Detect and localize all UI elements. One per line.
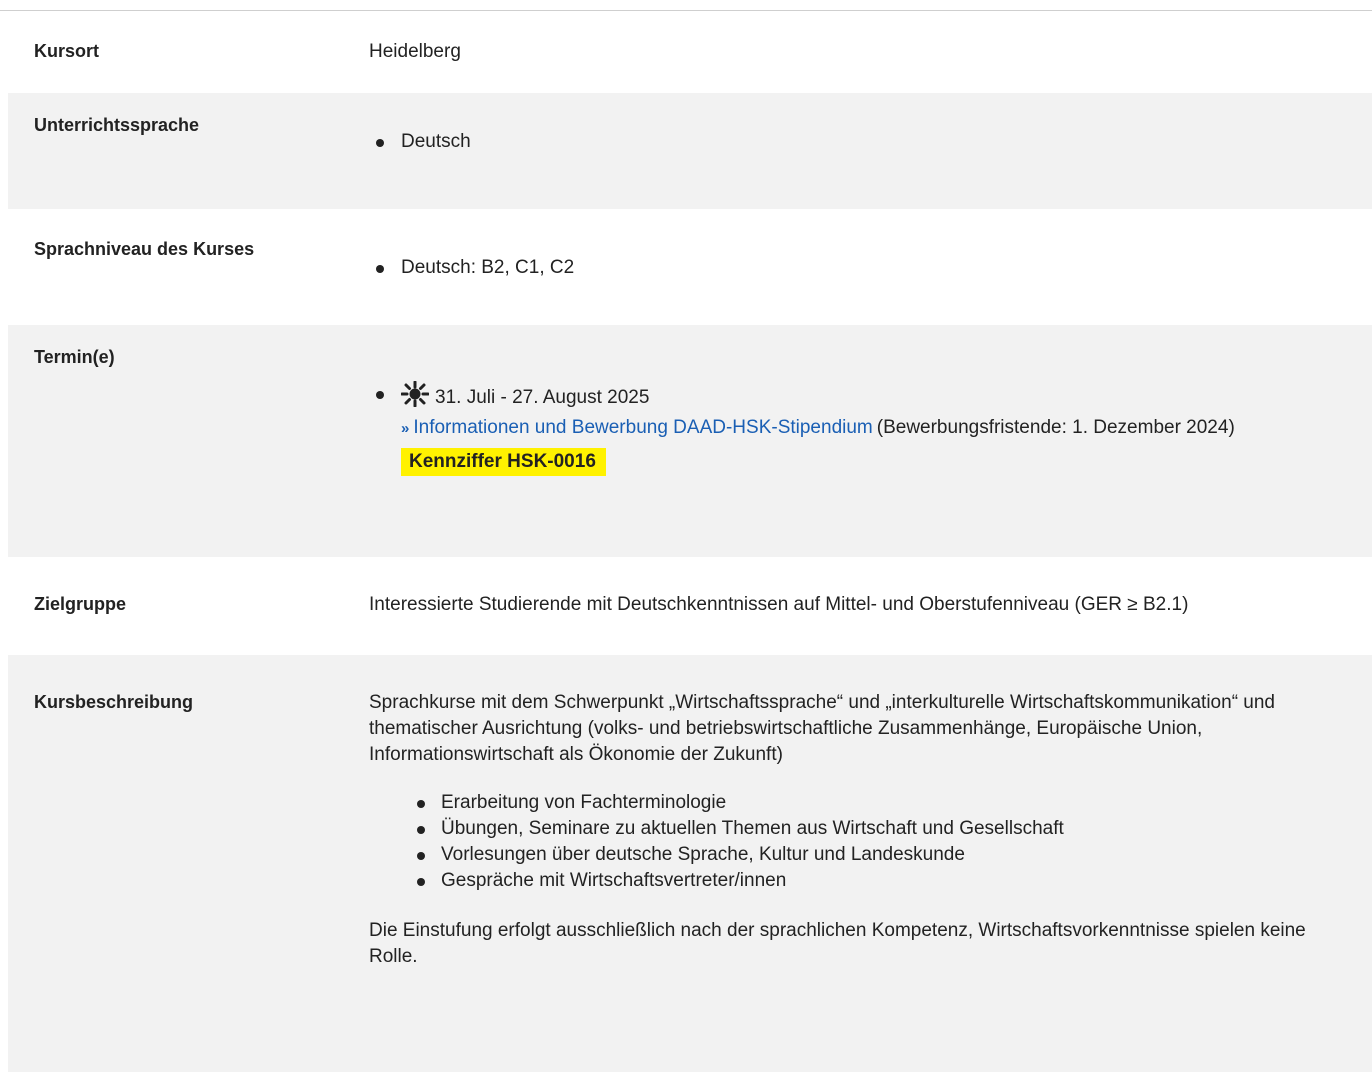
daad-info-link[interactable]: Informationen und Bewerbung DAAD-HSK-Sti… xyxy=(413,417,872,438)
bullet-list: Erarbeitung von Fachterminologie Übungen… xyxy=(369,790,1352,894)
code-badge: Kennziffer HSK-0016 xyxy=(401,448,606,476)
row-label: Unterrichtssprache xyxy=(34,115,200,135)
row-kursort: Kursort Heidelberg xyxy=(8,11,1372,93)
description-intro: Sprachkurse mit dem Schwerpunkt „Wirtsch… xyxy=(369,692,1275,765)
deadline-text: (Bewerbungsfristende: 1. Dezember 2024) xyxy=(876,417,1235,438)
row-unterrichtssprache: Unterrichtssprache Deutsch xyxy=(8,93,1372,209)
row-label: Kursbeschreibung xyxy=(34,692,194,712)
list-item: Vorlesungen über deutsche Sprache, Kultu… xyxy=(415,842,1352,868)
row-termine: Termin(e) 31. Juli - 27. August 2025 » I… xyxy=(8,325,1372,557)
row-label: Kursort xyxy=(34,41,100,61)
row-zielgruppe: Zielgruppe Interessierte Studierende mit… xyxy=(8,557,1372,655)
list-item: 31. Juli - 27. August 2025 » Informatione… xyxy=(371,380,1352,476)
double-chevron-icon: » xyxy=(401,420,410,437)
row-value: Heidelberg xyxy=(369,41,461,62)
list-item: Übungen, Seminare zu aktuellen Themen au… xyxy=(415,816,1352,842)
list-item: Deutsch xyxy=(371,129,1352,155)
bullet-list: 31. Juli - 27. August 2025 » Informatione… xyxy=(371,380,1352,476)
list-item: Erarbeitung von Fachterminologie xyxy=(415,790,1352,816)
bullet-list: Deutsch xyxy=(371,129,1352,155)
row-sprachniveau: Sprachniveau des Kurses Deutsch: B2, C1,… xyxy=(8,209,1372,325)
list-item: Deutsch: B2, C1, C2 xyxy=(371,255,1352,281)
list-item: Gespräche mit Wirtschaftsvertreter/innen xyxy=(415,868,1352,894)
row-kursbeschreibung: Kursbeschreibung Sprachkurse mit dem Sch… xyxy=(8,655,1372,1072)
row-value: Interessierte Studierende mit Deutschken… xyxy=(369,594,1189,615)
row-value: Deutsch: B2, C1, C2 xyxy=(371,255,1352,281)
row-label: Sprachniveau des Kurses xyxy=(34,239,255,259)
sun-icon xyxy=(400,380,430,415)
description-outro: Die Einstufung erfolgt ausschließlich na… xyxy=(369,920,1306,967)
row-label: Termin(e) xyxy=(34,347,115,367)
row-value: Sprachkurse mit dem Schwerpunkt „Wirtsch… xyxy=(369,690,1352,970)
row-value: 31. Juli - 27. August 2025 » Informatione… xyxy=(371,380,1352,476)
row-label: Zielgruppe xyxy=(34,594,127,614)
bullet-list: Deutsch: B2, C1, C2 xyxy=(371,255,1352,281)
date-text: 31. Juli - 27. August 2025 xyxy=(435,387,650,408)
row-value: Deutsch xyxy=(371,129,1352,155)
